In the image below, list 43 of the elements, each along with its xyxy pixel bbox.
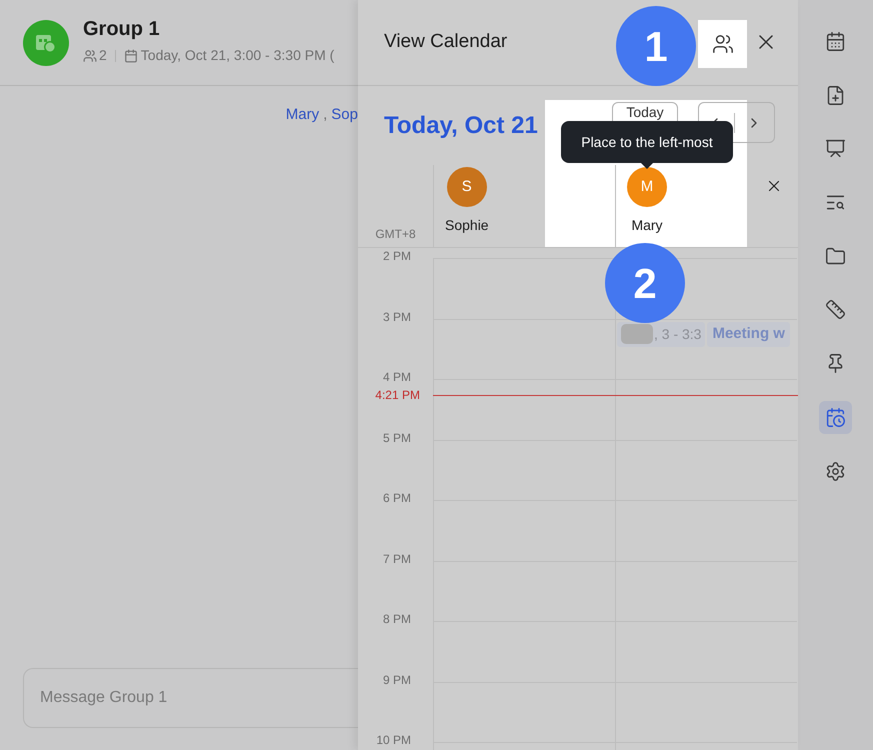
event-chip[interactable]: , 3 - 3:3 bbox=[617, 322, 706, 346]
members-icon bbox=[83, 48, 97, 62]
mention-link[interactable]: Sop bbox=[331, 104, 358, 126]
chat-title: Group 1 bbox=[83, 19, 161, 39]
meeting-time: Today, Oct 21, 3:00 - 3:30 PM ( bbox=[140, 46, 334, 65]
panel-title: View Calendar bbox=[384, 30, 508, 54]
hour-label: 4 PM bbox=[382, 371, 411, 383]
people-icon bbox=[712, 33, 734, 55]
event-time: , 3 - 3:3 bbox=[654, 324, 702, 344]
time-slot[interactable]: , 3 - 3:3 Meeting w bbox=[615, 318, 797, 379]
hour-label: 5 PM bbox=[382, 432, 411, 444]
board-icon bbox=[825, 138, 846, 160]
message-input[interactable]: Message Group 1 bbox=[23, 668, 358, 728]
tooltip-arrow-icon bbox=[640, 162, 654, 169]
file-plus-icon bbox=[825, 84, 846, 106]
current-time-label: 4:21 PM bbox=[374, 389, 421, 401]
calendar-icon bbox=[825, 31, 846, 52]
hidden-name-block bbox=[621, 324, 653, 344]
calendar-icon bbox=[124, 48, 138, 62]
mention-link[interactable]: Mary bbox=[286, 104, 320, 126]
hour-label: 9 PM bbox=[382, 674, 411, 686]
hour-label: 3 PM bbox=[382, 310, 411, 322]
calendar-clock-icon bbox=[825, 406, 846, 428]
current-date: Today, Oct 21 bbox=[384, 110, 538, 140]
hour-label: 6 PM bbox=[382, 492, 411, 504]
hour-label: 10 PM bbox=[376, 734, 411, 746]
sidebar-button[interactable] bbox=[819, 400, 852, 434]
event-title[interactable]: Meeting w bbox=[707, 322, 790, 346]
ruler-icon bbox=[825, 299, 846, 320]
timezone-label: GMT+8 bbox=[375, 226, 416, 243]
guide-step-tooltip: 2 bbox=[605, 243, 685, 323]
hour-label: 8 PM bbox=[382, 613, 411, 625]
person-name: Mary bbox=[631, 216, 663, 235]
settings-icon bbox=[825, 460, 846, 482]
hour-label: 2 PM bbox=[382, 250, 411, 262]
person-avatar: S bbox=[446, 167, 487, 207]
person-name: Sophie bbox=[445, 216, 489, 235]
hour-label: 7 PM bbox=[382, 552, 411, 564]
folder-icon bbox=[825, 246, 846, 267]
member-count: 2 bbox=[99, 46, 107, 65]
separator: , bbox=[323, 105, 328, 125]
guide-step-tooltip: 1 bbox=[616, 6, 696, 86]
people-button[interactable] bbox=[698, 20, 747, 68]
